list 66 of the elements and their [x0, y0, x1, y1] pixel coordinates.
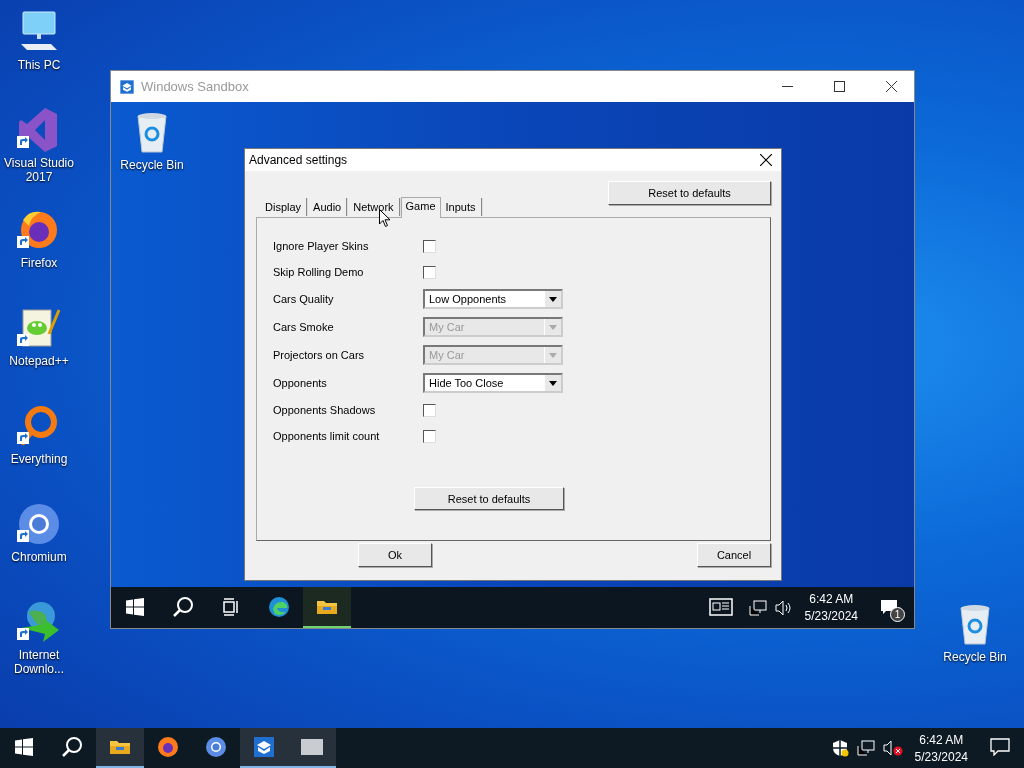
taskbar-app[interactable]: [240, 728, 288, 768]
caret-icon: [549, 296, 557, 302]
close-icon: [885, 81, 897, 92]
setting-label: Ignore Player Skins: [273, 240, 369, 252]
app-icon: [204, 735, 228, 759]
caret-icon: [549, 380, 557, 386]
maximize-icon: [833, 81, 845, 92]
cancel-button[interactable]: Cancel: [697, 543, 771, 567]
desktop-shortcut[interactable]: Recycle Bin: [936, 600, 1014, 676]
desktop-shortcut[interactable]: Notepad++: [0, 304, 78, 380]
reset-button[interactable]: Reset to defaults: [414, 487, 564, 510]
network-icon[interactable]: [856, 740, 875, 756]
setting-label: Opponents limit count: [273, 430, 380, 442]
taskbar-app[interactable]: [303, 587, 351, 628]
setting-label: Opponents: [273, 377, 327, 389]
setting-label: Skip Rolling Demo: [273, 266, 364, 278]
setting-label: Opponents Shadows: [273, 404, 376, 416]
tab[interactable]: Display: [260, 198, 309, 216]
checkbox[interactable]: [423, 403, 436, 417]
checkbox[interactable]: [423, 239, 436, 253]
app-icon: [119, 78, 135, 95]
tab[interactable]: Audio: [308, 198, 349, 216]
clock[interactable]: 6:42 AM 5/23/2024: [796, 592, 866, 623]
notification-icon: [990, 738, 1010, 756]
desktop-shortcut[interactable]: Everything: [0, 402, 78, 478]
app-icon: [267, 594, 291, 619]
checkbox[interactable]: [423, 265, 436, 279]
mouse-pointer-icon: [379, 209, 391, 228]
caret-icon: [549, 324, 557, 330]
caret-icon: [549, 352, 557, 358]
shield-icon[interactable]: [830, 739, 849, 757]
desktop-shortcut[interactable]: Internet Downlo...: [0, 598, 78, 676]
setting-label: Projectors on Cars: [273, 349, 365, 361]
setting-label: Cars Smoke: [273, 321, 334, 333]
setting-label: Cars Quality: [273, 293, 334, 305]
desktop-shortcut[interactable]: Visual Studio 2017: [0, 106, 78, 184]
volume-icon[interactable]: [774, 599, 793, 616]
ok-button[interactable]: Ok: [358, 543, 432, 567]
desktop-shortcut[interactable]: This PC: [0, 8, 78, 84]
taskbar-app[interactable]: [288, 728, 336, 768]
windows-logo-icon: [15, 738, 33, 756]
notifications-button[interactable]: 1: [866, 587, 914, 628]
taskbar-app[interactable]: [96, 728, 144, 768]
close-icon: [760, 154, 772, 166]
dropdown[interactable]: Low Opponents: [423, 289, 563, 309]
search-icon: [172, 595, 194, 618]
window-title: Windows Sandbox: [141, 79, 250, 94]
dropdown[interactable]: Hide Too Close: [423, 373, 563, 393]
app-icon: [252, 735, 276, 759]
desktop-shortcut[interactable]: Recycle Bin: [113, 108, 191, 184]
desktop-shortcut[interactable]: Chromium: [0, 500, 78, 576]
reset-button[interactable]: Reset to defaults: [608, 181, 771, 205]
tab[interactable]: Inputs: [440, 198, 483, 216]
checkbox[interactable]: [423, 429, 436, 443]
muted-volume-icon[interactable]: [882, 740, 903, 756]
dialog-title: Advanced settings: [249, 153, 349, 167]
tab[interactable]: Game: [400, 197, 441, 218]
news-icon: [708, 597, 733, 616]
clock[interactable]: 6:42 AM 5/23/2024: [906, 732, 976, 764]
search-icon: [61, 736, 83, 758]
windows-logo-icon: [126, 597, 144, 616]
notification-count: 1: [890, 607, 905, 622]
app-icon: [156, 735, 180, 759]
network-icon[interactable]: [748, 599, 767, 616]
desktop-shortcut[interactable]: Firefox: [0, 206, 78, 282]
task-view-icon: [222, 597, 240, 616]
